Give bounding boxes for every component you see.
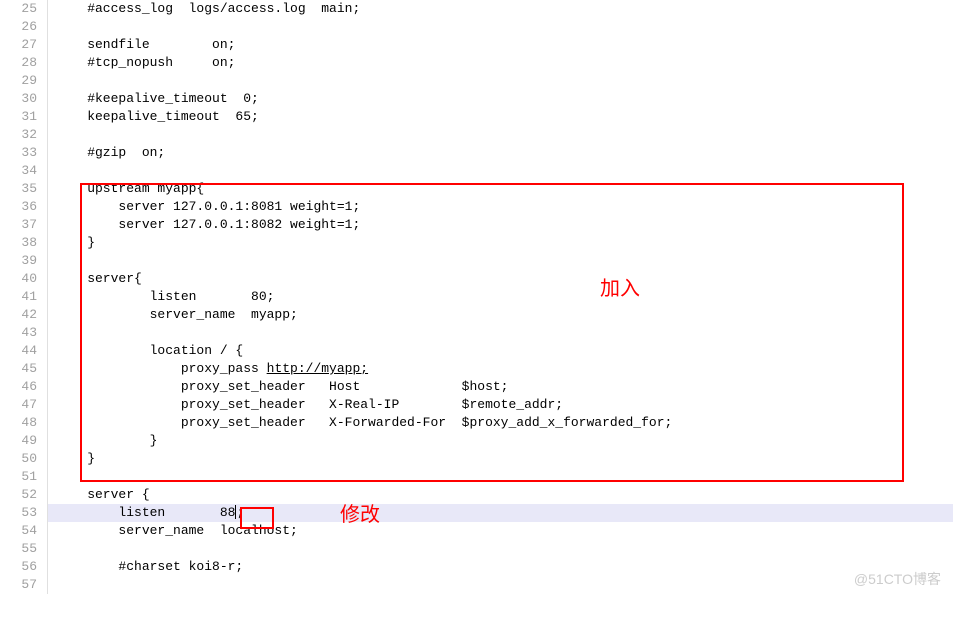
code-line: server 127.0.0.1:8082 weight=1; [48,216,953,234]
line-number: 52 [0,486,37,504]
url-text: http://myapp; [267,361,368,376]
line-number: 41 [0,288,37,306]
line-number: 47 [0,396,37,414]
line-number: 33 [0,144,37,162]
code-line: upstream myapp{ [48,180,953,198]
code-line: } [48,450,953,468]
line-number: 45 [0,360,37,378]
line-number: 34 [0,162,37,180]
line-number: 36 [0,198,37,216]
line-number: 55 [0,540,37,558]
code-line: } [48,432,953,450]
code-line: listen 80; [48,288,953,306]
code-line: #keepalive_timeout 0; [48,90,953,108]
line-number: 43 [0,324,37,342]
code-line: server{ [48,270,953,288]
code-line [48,468,953,486]
line-number: 54 [0,522,37,540]
line-number: 29 [0,72,37,90]
code-line [48,18,953,36]
line-number: 30 [0,90,37,108]
code-line: #charset koi8-r; [48,558,953,576]
code-line: #access_log logs/access.log main; [48,0,953,18]
line-number: 57 [0,576,37,594]
line-number: 26 [0,18,37,36]
line-number: 28 [0,54,37,72]
line-number: 25 [0,0,37,18]
line-number: 44 [0,342,37,360]
line-number: 51 [0,468,37,486]
line-number: 38 [0,234,37,252]
code-line: keepalive_timeout 65; [48,108,953,126]
code-line: proxy_set_header X-Forwarded-For $proxy_… [48,414,953,432]
code-area: #access_log logs/access.log main; sendfi… [48,0,953,594]
line-number: 37 [0,216,37,234]
line-number: 39 [0,252,37,270]
line-number: 40 [0,270,37,288]
line-number: 49 [0,432,37,450]
code-line [48,126,953,144]
code-line [48,72,953,90]
code-line [48,252,953,270]
line-number: 35 [0,180,37,198]
code-line: proxy_set_header X-Real-IP $remote_addr; [48,396,953,414]
code-line: server { [48,486,953,504]
line-number: 27 [0,36,37,54]
code-line: } [48,234,953,252]
code-line: server_name localhost; [48,522,953,540]
line-number-gutter: 2526272829303132333435363738394041424344… [0,0,48,594]
code-line: server_name myapp; [48,306,953,324]
code-line [48,324,953,342]
line-number: 42 [0,306,37,324]
code-line: proxy_set_header Host $host; [48,378,953,396]
code-line: #tcp_nopush on; [48,54,953,72]
line-number: 32 [0,126,37,144]
code-line: #gzip on; [48,144,953,162]
line-number: 48 [0,414,37,432]
code-line: proxy_pass http://myapp; [48,360,953,378]
line-number: 50 [0,450,37,468]
line-number: 46 [0,378,37,396]
code-line [48,162,953,180]
code-line [48,540,953,558]
line-number: 56 [0,558,37,576]
code-line: server 127.0.0.1:8081 weight=1; [48,198,953,216]
text-cursor [235,505,236,519]
line-number: 31 [0,108,37,126]
code-line: sendfile on; [48,36,953,54]
line-number: 53 [0,504,37,522]
code-line: location / { [48,342,953,360]
code-line: listen 88; [48,504,953,522]
code-line [48,576,953,594]
